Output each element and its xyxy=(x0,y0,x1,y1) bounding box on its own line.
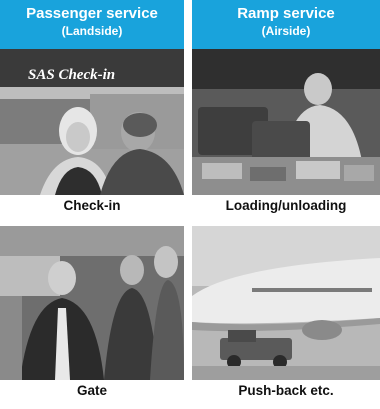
loading-caption: Loading/unloading xyxy=(192,195,380,217)
landside-column: Passenger service (Landside) SAS Check-i… xyxy=(0,0,184,402)
gate-photo xyxy=(0,226,184,380)
airside-column: Ramp service (Airside) Loading/unloading xyxy=(192,0,380,402)
loading-photo xyxy=(192,49,380,195)
airside-subtitle: (Airside) xyxy=(261,24,311,38)
landside-title: Passenger service xyxy=(26,5,158,22)
landside-subtitle: (Landside) xyxy=(61,24,123,38)
pushback-photo xyxy=(192,226,380,380)
landside-header: Passenger service (Landside) xyxy=(0,0,184,49)
check-in-photo: SAS Check-in xyxy=(0,49,184,195)
airside-title: Ramp service xyxy=(237,5,335,22)
check-in-caption: Check-in xyxy=(0,195,184,217)
sas-check-in-sign: SAS Check-in xyxy=(28,67,115,83)
airside-header: Ramp service (Airside) xyxy=(192,0,380,49)
gate-caption: Gate xyxy=(0,380,184,402)
pushback-caption: Push-back etc. xyxy=(192,380,380,402)
